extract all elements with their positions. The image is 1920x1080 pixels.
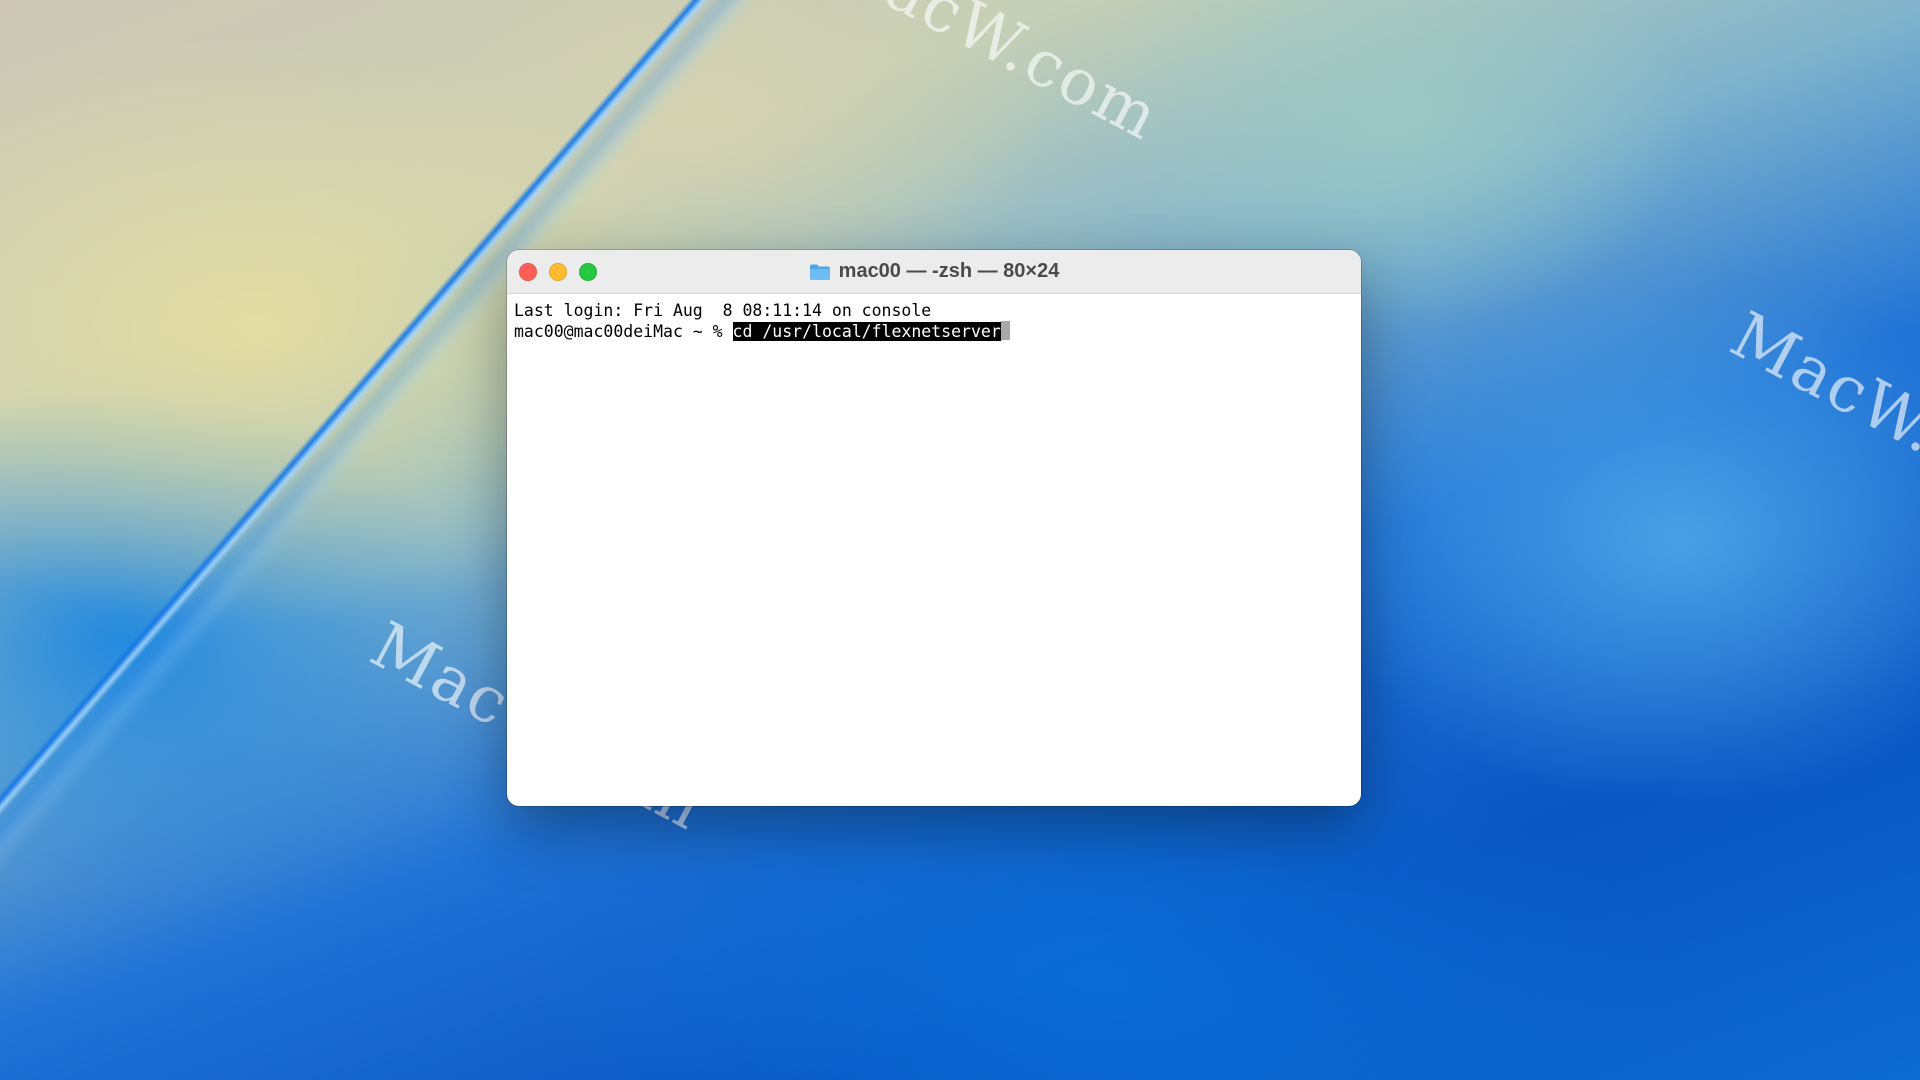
minimize-button[interactable] bbox=[549, 263, 567, 281]
window-title-text: mac00 — -zsh — 80×24 bbox=[838, 260, 1060, 282]
shell-prompt: mac00@mac00deiMac ~ % bbox=[514, 322, 733, 341]
text-cursor bbox=[1000, 321, 1010, 340]
typed-command[interactable]: cd /usr/local/flexnetserver bbox=[732, 322, 1001, 341]
folder-icon bbox=[809, 264, 830, 280]
window-titlebar[interactable]: mac00 — -zsh — 80×24 bbox=[507, 250, 1361, 294]
terminal-window: mac00 — -zsh — 80×24 Last login: Fri Aug… bbox=[507, 250, 1361, 806]
watermark: MacW.com bbox=[1719, 298, 1920, 536]
zoom-button[interactable] bbox=[579, 263, 597, 281]
traffic-lights bbox=[519, 263, 597, 281]
terminal-prompt-line: mac00@mac00deiMac ~ % cd /usr/local/flex… bbox=[514, 321, 1354, 342]
watermark: MacW.com bbox=[814, 0, 1172, 156]
terminal-output[interactable]: Last login: Fri Aug 8 08:11:14 on consol… bbox=[507, 294, 1361, 348]
window-title: mac00 — -zsh — 80×24 bbox=[809, 260, 1060, 283]
close-button[interactable] bbox=[519, 263, 537, 281]
terminal-line: Last login: Fri Aug 8 08:11:14 on consol… bbox=[514, 301, 932, 320]
